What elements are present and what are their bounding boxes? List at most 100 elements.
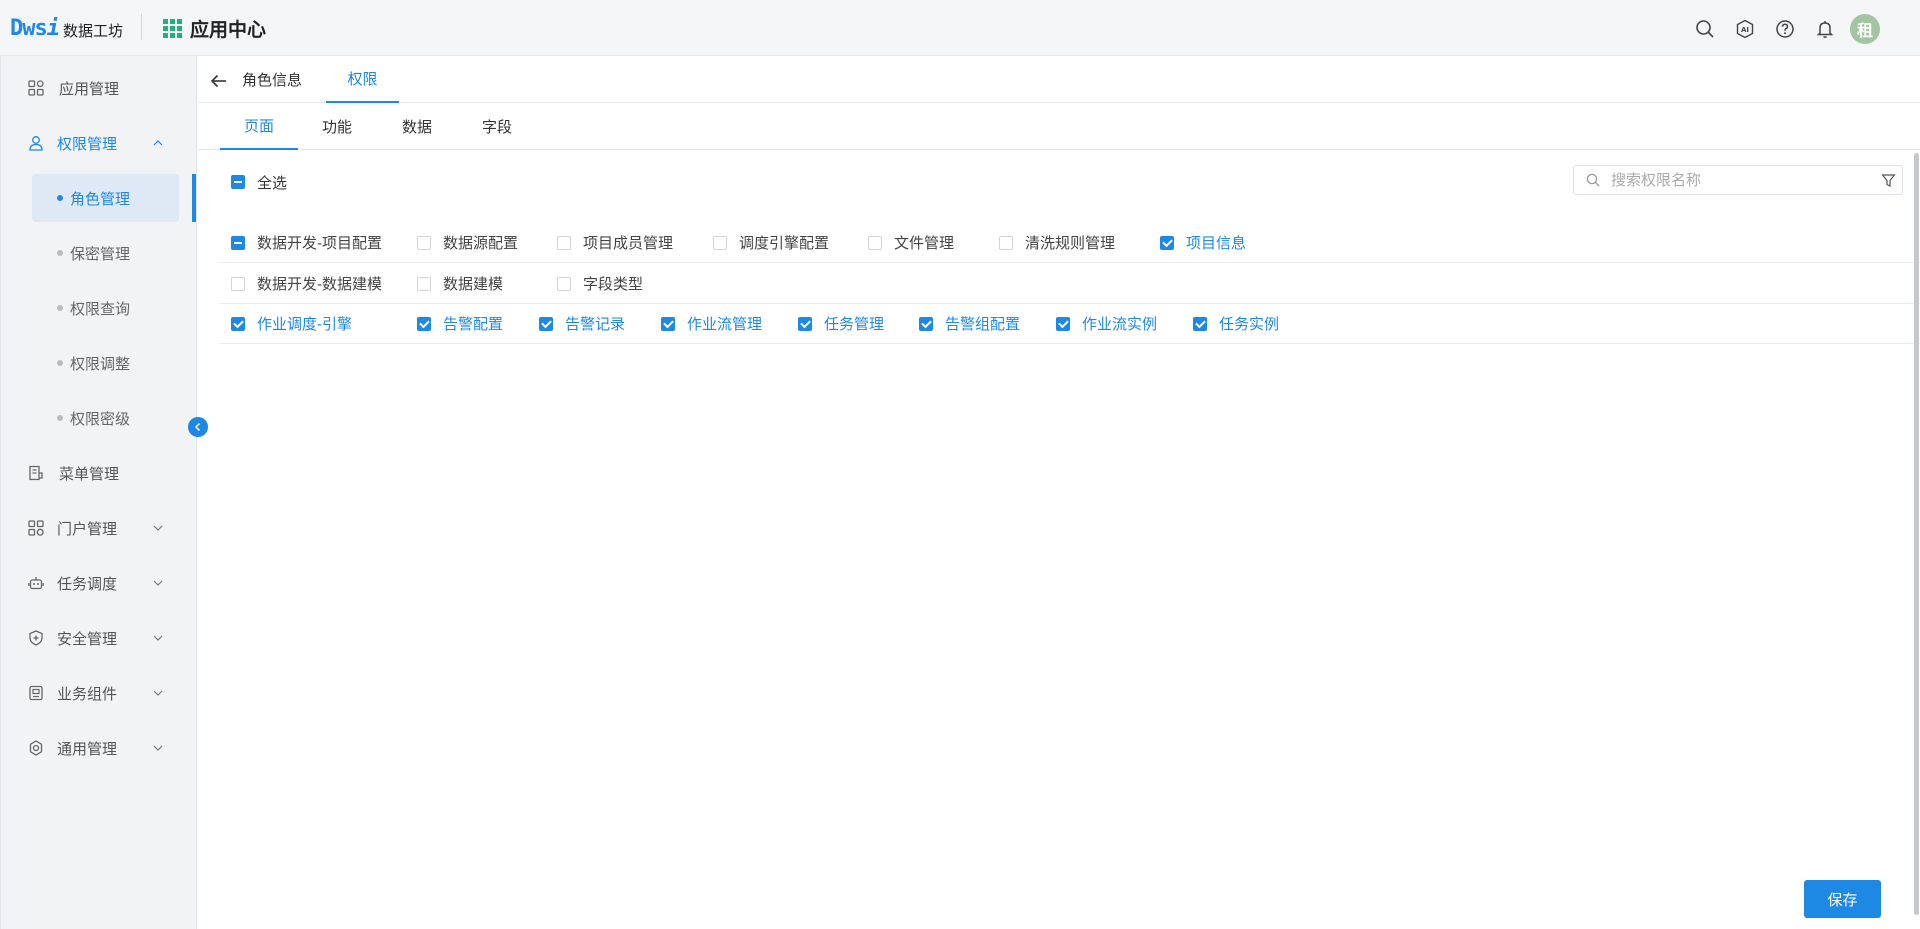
logo-text: 数据工坊 [63,22,124,40]
save-button[interactable]: 保存 [1804,880,1881,918]
sidebar-subitem-role-management[interactable]: 角色管理 [32,174,179,222]
sidebar-subitem-label: 权限调整 [70,355,131,373]
permission-checkbox[interactable]: 清洗规则管理 [999,222,1115,263]
sidebar-item-portal-management[interactable]: 门户管理 [1,506,197,550]
sidebar-item-label: 安全管理 [57,630,118,648]
permission-group-checkbox[interactable]: 作业调度-引擎 [231,303,352,344]
sidebar-item-app-management[interactable]: 应用管理 [1,66,197,110]
checkbox-unchecked[interactable] [868,235,882,250]
tab-function[interactable]: 功能 [302,103,372,150]
permission-checkbox[interactable]: 字段类型 [557,263,643,304]
sidebar-item-task-scheduling[interactable]: 任务调度 [1,561,197,605]
tab-field[interactable]: 字段 [462,103,532,150]
checkbox-indeterminate[interactable] [231,175,245,189]
permission-checkbox[interactable]: 数据源配置 [417,222,518,263]
checkbox-unchecked[interactable] [417,276,431,291]
sidebar-subitem-permission-query[interactable]: 权限查询 [32,284,179,332]
permission-checkbox[interactable]: 数据建模 [417,263,503,304]
sidebar-item-business-components[interactable]: 业务组件 [1,671,197,715]
permission-label: 数据建模 [443,276,504,293]
sidebar-item-label: 任务调度 [57,575,118,593]
portal-icon [27,519,45,537]
vertical-scrollbar[interactable] [1914,153,1919,915]
top-tabs: 角色信息 权限 [198,56,1920,103]
checkbox-indeterminate[interactable] [231,235,245,250]
checkbox-checked[interactable] [231,316,245,331]
permission-label: 作业调度-引擎 [257,316,352,333]
tab-role-info[interactable]: 角色信息 [242,56,302,103]
help-icon[interactable] [1770,14,1800,44]
sidebar-item-permission-management[interactable]: 权限管理 [1,121,197,165]
checkbox-checked[interactable] [661,316,675,331]
checkbox-checked[interactable] [539,316,553,331]
permission-checkbox[interactable]: 告警组配置 [919,303,1020,344]
checkbox-checked[interactable] [1056,316,1070,331]
sidebar-item-label: 应用管理 [59,80,120,98]
permission-search[interactable] [1573,165,1903,195]
permission-label: 调度引擎配置 [739,235,830,252]
collapse-sidebar-button[interactable] [188,417,208,437]
search-icon[interactable] [1690,14,1720,44]
ai-icon[interactable]: AI [1730,14,1760,44]
checkbox-checked[interactable] [798,316,812,331]
checkbox-unchecked[interactable] [713,235,727,250]
checkbox-unchecked[interactable] [557,235,571,250]
bell-icon[interactable] [1810,14,1840,44]
sidebar-item-menu-management[interactable]: 菜单管理 [1,451,197,495]
sidebar-item-label: 业务组件 [57,685,118,703]
permission-group-checkbox[interactable]: 数据开发-项目配置 [231,222,382,263]
checkbox-checked[interactable] [417,316,431,331]
sidebar-subitem-permission-adjust[interactable]: 权限调整 [32,339,179,387]
permission-label: 字段类型 [583,276,644,293]
checkbox-checked[interactable] [1160,235,1174,250]
sidebar-subitem-secrecy-management[interactable]: 保密管理 [32,229,179,277]
permission-checkbox[interactable]: 告警配置 [417,303,503,344]
permission-label: 任务管理 [824,316,885,333]
sidebar-item-label: 权限管理 [57,135,118,153]
tab-permissions[interactable]: 权限 [326,56,399,103]
select-all-checkbox[interactable]: 全选 [231,170,287,194]
permission-checkbox[interactable]: 项目信息 [1160,222,1246,263]
permission-group-checkbox[interactable]: 数据开发-数据建模 [231,263,382,304]
back-arrow-icon[interactable] [209,71,229,91]
permission-checkbox[interactable]: 调度引擎配置 [713,222,829,263]
permission-label: 数据源配置 [443,235,519,252]
app-center-link[interactable]: 应用中心 [163,14,266,42]
sidebar-item-general-management[interactable]: 通用管理 [1,726,197,770]
permission-label: 文件管理 [894,235,955,252]
chevron-down-icon [152,577,164,589]
bullet-dot [57,250,63,256]
sidebar-item-label: 通用管理 [57,740,118,758]
checkbox-unchecked[interactable] [557,276,571,291]
permission-checkbox[interactable]: 告警记录 [539,303,625,344]
svg-text:AI: AI [1741,26,1749,34]
filter-icon[interactable] [1880,172,1896,188]
chevron-down-icon [152,742,164,754]
tab-data[interactable]: 数据 [382,103,452,150]
search-input[interactable] [1611,171,1871,189]
logo-mark: Dwsi [10,15,60,41]
sidebar-item-security-management[interactable]: 安全管理 [1,616,197,660]
permission-checkbox[interactable]: 项目成员管理 [557,222,673,263]
checkbox-unchecked[interactable] [417,235,431,250]
permission-label: 项目信息 [1186,235,1247,252]
checkbox-checked[interactable] [919,316,933,331]
sidebar-item-label: 门户管理 [57,520,118,538]
checkbox-unchecked[interactable] [231,276,245,291]
top-header: Dwsi 数据工坊 应用中心 AI 租 [0,0,1920,56]
permission-checkbox[interactable]: 作业流实例 [1056,303,1157,344]
component-icon [27,684,45,702]
tab-page[interactable]: 页面 [220,103,298,150]
permission-row: 作业调度-引擎 告警配置 告警记录 作业流管理 任务管理 告警组配置 作业流实例 任务实例 [219,303,1920,344]
sidebar-subitem-permission-level[interactable]: 权限密级 [32,394,179,442]
permission-checkbox[interactable]: 任务管理 [798,303,884,344]
chevron-up-icon [152,137,164,149]
avatar[interactable]: 租 [1850,14,1880,44]
permission-checkbox[interactable]: 文件管理 [868,222,954,263]
permission-checkbox[interactable]: 作业流管理 [661,303,762,344]
checkbox-checked[interactable] [1193,316,1207,331]
logo[interactable]: Dwsi 数据工坊 [10,14,123,42]
sidebar-subitem-label: 权限查询 [70,300,131,318]
checkbox-unchecked[interactable] [999,235,1013,250]
permission-checkbox[interactable]: 任务实例 [1193,303,1279,344]
